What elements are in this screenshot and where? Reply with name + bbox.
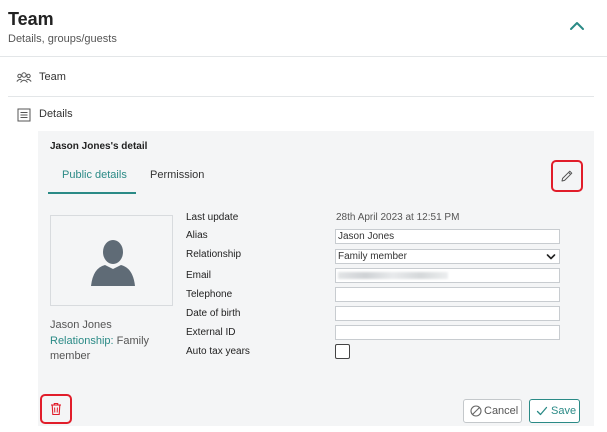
relationship-select[interactable]: Family member	[335, 249, 560, 264]
trash-icon	[51, 402, 61, 416]
section-details[interactable]: Details	[8, 96, 594, 134]
person-name: Jason Jones	[50, 319, 112, 331]
auto-tax-years-checkbox[interactable]	[335, 344, 350, 359]
label-date-of-birth: Date of birth	[186, 308, 241, 319]
external-id-input[interactable]	[335, 325, 560, 340]
section-details-label: Details	[39, 108, 73, 120]
save-button[interactable]: Save	[529, 399, 580, 423]
cancel-label: Cancel	[484, 405, 519, 417]
edit-button[interactable]	[551, 160, 583, 192]
chevron-up-icon	[570, 22, 584, 30]
profile-photo-placeholder	[50, 215, 173, 306]
alias-input[interactable]: Jason Jones	[335, 229, 560, 244]
section-team-label: Team	[39, 71, 66, 83]
relationship-select-value: Family member	[338, 251, 407, 262]
pencil-icon	[561, 170, 573, 182]
person-silhouette-icon	[91, 240, 135, 286]
team-panel-header: Team Details, groups/guests	[0, 0, 607, 57]
label-alias: Alias	[186, 230, 208, 241]
label-last-update: Last update	[186, 212, 239, 223]
email-input[interactable]	[335, 268, 560, 283]
card-title: Jason Jones's detail	[50, 141, 148, 152]
label-email: Email	[186, 270, 212, 281]
delete-button[interactable]	[40, 394, 72, 424]
tab-permission[interactable]: Permission	[150, 169, 204, 181]
label-telephone: Telephone	[186, 289, 233, 300]
team-icon	[16, 72, 32, 83]
email-redacted-value	[338, 272, 448, 279]
last-update-value: 28th April 2023 at 12:51 PM	[336, 212, 460, 223]
save-label: Save	[551, 405, 577, 417]
person-detail-card: Jason Jones's detail Public details Perm…	[38, 131, 594, 426]
active-tab-indicator	[48, 192, 136, 194]
cancel-button[interactable]: Cancel	[463, 399, 522, 423]
telephone-input[interactable]	[335, 287, 560, 302]
section-team[interactable]: Team	[8, 59, 594, 97]
label-auto-tax-years: Auto tax years	[186, 346, 250, 357]
person-relationship: Relationship: Family member	[50, 334, 170, 364]
cancel-circle-icon	[470, 405, 482, 417]
checkmark-icon	[536, 406, 548, 416]
chevron-down-icon	[546, 254, 556, 260]
collapse-button[interactable]	[566, 16, 588, 36]
label-relationship: Relationship	[186, 249, 242, 260]
panel-title: Team	[8, 9, 54, 29]
label-external-id: External ID	[186, 327, 236, 338]
date-of-birth-input[interactable]	[335, 306, 560, 321]
panel-subtitle: Details, groups/guests	[8, 33, 117, 45]
tab-public-details[interactable]: Public details	[62, 169, 127, 181]
relationship-key: Relationship:	[50, 335, 114, 347]
list-icon	[17, 108, 31, 122]
